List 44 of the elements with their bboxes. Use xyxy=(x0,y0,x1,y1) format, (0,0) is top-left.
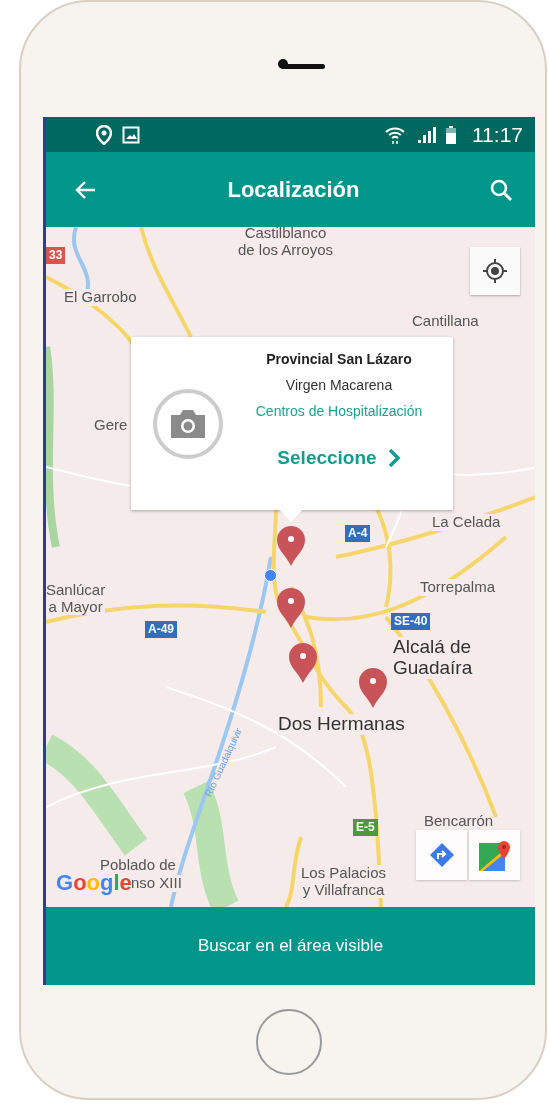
my-location-button[interactable] xyxy=(470,247,520,295)
select-link[interactable]: Seleccione xyxy=(277,447,401,469)
maps-app-icon xyxy=(478,839,511,871)
place-category: Centros de Hospitalización xyxy=(255,403,423,419)
battery-icon xyxy=(446,125,456,144)
screen-title: Localización xyxy=(227,176,360,203)
place-label: La Celada xyxy=(432,514,501,531)
map-pin-icon[interactable] xyxy=(358,667,388,709)
location-pin-icon xyxy=(96,124,112,145)
directions-icon xyxy=(428,842,455,868)
status-time: 11:17 xyxy=(472,122,523,147)
popup-pointer xyxy=(279,509,303,523)
current-location-dot xyxy=(264,569,277,582)
place-label: nso XIII xyxy=(131,875,182,892)
crosshair-icon xyxy=(482,258,508,284)
place-label: Dos Hermanas xyxy=(278,714,405,735)
map-pin-icon[interactable] xyxy=(276,587,306,629)
home-button[interactable] xyxy=(256,1008,322,1075)
speaker-grille xyxy=(281,63,325,69)
place-label: Los Palacios y Villafranca xyxy=(301,865,387,898)
place-label: Alcalá de Guadaíra xyxy=(393,637,473,679)
image-icon xyxy=(122,125,140,144)
road-shield: SE-40 xyxy=(391,613,431,631)
place-label: Sanlúcar a Mayor xyxy=(46,582,106,615)
road-shield: A-49 xyxy=(145,621,177,639)
place-label: Torrepalma xyxy=(420,579,496,596)
signal-icon xyxy=(416,125,436,144)
open-maps-button[interactable] xyxy=(469,830,520,880)
place-label: El Garrobo xyxy=(64,289,137,306)
place-name: Provincial San Lázaro xyxy=(266,351,412,367)
place-area: Virgen Macarena xyxy=(285,377,393,393)
wifi-icon xyxy=(384,124,406,145)
directions-button[interactable] xyxy=(416,830,467,880)
map-pin-icon[interactable] xyxy=(276,525,306,567)
place-label: Castilblanco de los Arroyos xyxy=(238,227,334,258)
chevron-right-icon xyxy=(386,448,401,468)
map-view[interactable] xyxy=(46,227,535,907)
road-shield: E-5 xyxy=(353,819,378,837)
map-pin-icon[interactable] xyxy=(288,642,318,684)
search-icon xyxy=(489,177,513,202)
camera-icon xyxy=(168,409,208,439)
road-shield: A-4 xyxy=(345,525,371,543)
road-shield: 33 xyxy=(46,247,66,265)
search-area-button[interactable]: Buscar en el área visible xyxy=(46,907,535,985)
